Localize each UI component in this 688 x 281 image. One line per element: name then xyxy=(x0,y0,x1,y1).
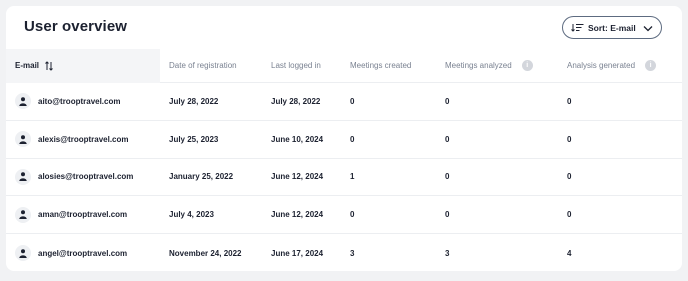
email-cell: alexis@trooptravel.com xyxy=(6,131,160,148)
sort-label: Sort: E-mail xyxy=(588,22,636,33)
info-icon[interactable]: i xyxy=(645,60,657,71)
meetings-analyzed-cell: 0 xyxy=(445,172,450,182)
column-header-registration[interactable]: Date of registration xyxy=(169,49,237,83)
analysis-generated-cell: 0 xyxy=(567,172,572,182)
last-login-cell: June 12, 2024 xyxy=(271,210,324,220)
info-icon[interactable]: i xyxy=(521,60,533,71)
email-cell: angel@trooptravel.com xyxy=(6,245,160,262)
table-row[interactable]: aito@trooptravel.com July 28, 2022 July … xyxy=(6,83,682,121)
sort-dropdown-button[interactable]: Sort: E-mail xyxy=(562,16,662,39)
analysis-generated-cell: 0 xyxy=(567,210,572,220)
table-row[interactable]: alexis@trooptravel.com July 25, 2023 Jun… xyxy=(6,121,682,159)
table-row[interactable]: aman@trooptravel.com July 4, 2023 June 1… xyxy=(6,196,682,235)
last-login-cell: June 17, 2024 xyxy=(271,248,324,258)
users-table: E-mail Date of registration Last logged … xyxy=(6,48,682,271)
meetings-created-cell: 0 xyxy=(350,96,355,106)
user-avatar-icon xyxy=(15,206,31,223)
registration-cell: July 25, 2023 xyxy=(169,134,219,144)
user-avatar-icon xyxy=(15,93,31,110)
registration-cell: July 28, 2022 xyxy=(169,96,219,106)
user-avatar-icon xyxy=(15,131,31,148)
meetings-analyzed-cell: 0 xyxy=(445,96,450,106)
sort-toggle-icon[interactable] xyxy=(44,60,54,71)
last-login-cell: July 28, 2022 xyxy=(271,96,321,106)
meetings-analyzed-cell: 0 xyxy=(445,210,450,220)
registration-cell: November 24, 2022 xyxy=(169,248,242,258)
registration-cell: January 25, 2022 xyxy=(169,172,234,182)
column-header-meetings-created[interactable]: Meetings created xyxy=(350,49,411,83)
meetings-created-cell: 0 xyxy=(350,210,355,220)
user-overview-card: User overview Sort: E-mail E-mail Date o… xyxy=(6,6,682,271)
email-cell: aman@trooptravel.com xyxy=(6,206,160,223)
column-header-meetings-analyzed[interactable]: Meetings analyzed i xyxy=(445,49,533,83)
meetings-analyzed-cell: 3 xyxy=(445,248,450,258)
column-header-analysis-generated[interactable]: Analysis generated i xyxy=(567,49,657,83)
analysis-generated-cell: 4 xyxy=(567,248,572,258)
user-avatar-icon xyxy=(15,245,31,262)
email-cell: aito@trooptravel.com xyxy=(6,93,160,110)
user-avatar-icon xyxy=(15,168,31,185)
meetings-created-cell: 1 xyxy=(350,172,355,182)
table-row[interactable]: angel@trooptravel.com November 24, 2022 … xyxy=(6,234,682,271)
table-header: E-mail Date of registration Last logged … xyxy=(6,48,682,83)
table-row[interactable]: alosies@trooptravel.com January 25, 2022… xyxy=(6,159,682,197)
page-title: User overview xyxy=(24,18,128,35)
last-login-cell: June 12, 2024 xyxy=(271,172,324,182)
column-header-email[interactable]: E-mail xyxy=(6,48,160,83)
meetings-analyzed-cell: 0 xyxy=(445,134,450,144)
meetings-created-cell: 3 xyxy=(350,248,355,258)
meetings-created-cell: 0 xyxy=(350,134,355,144)
last-login-cell: June 10, 2024 xyxy=(271,134,324,144)
email-cell: alosies@trooptravel.com xyxy=(6,168,160,185)
registration-cell: July 4, 2023 xyxy=(169,210,214,220)
sort-lines-icon xyxy=(571,23,584,32)
analysis-generated-cell: 0 xyxy=(567,96,572,106)
analysis-generated-cell: 0 xyxy=(567,134,572,144)
chevron-down-icon xyxy=(643,24,653,32)
column-header-last-login[interactable]: Last logged in xyxy=(271,49,321,83)
